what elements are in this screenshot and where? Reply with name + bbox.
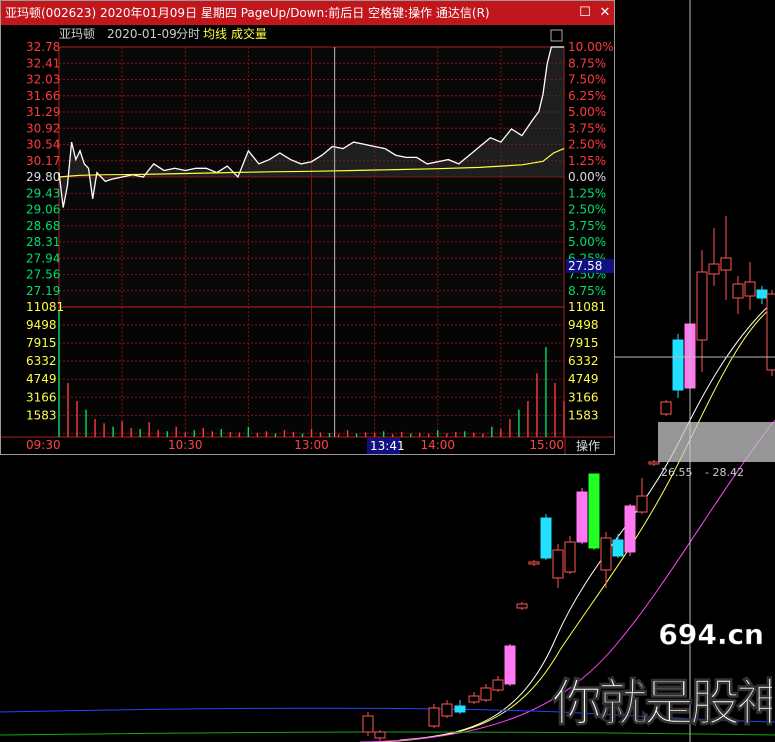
- candle-body: [576, 491, 588, 543]
- volume-tick-label-right: 4749: [568, 372, 599, 386]
- intraday-chart[interactable]: 亚玛顿 2020-01-09 分时 均线 成交量 32.78 32.41 32.03 31.66…: [1, 25, 614, 454]
- price-tick-label: 27.94: [26, 251, 60, 265]
- candle-body: [492, 679, 504, 691]
- chart-legend-volume: 成交量: [231, 26, 267, 41]
- percent-tick-label: 8.75%: [568, 284, 606, 298]
- price-tick-label: 29.06: [26, 203, 60, 217]
- price-tick-label: 32.03: [26, 73, 60, 87]
- candle-body: [766, 293, 775, 371]
- candle-body: [696, 271, 708, 341]
- volume-tick-label-right: 9498: [568, 318, 599, 332]
- chart-header-name: 亚玛顿: [59, 27, 95, 41]
- candle-body: [588, 473, 600, 549]
- chart-header-mode: 分时: [176, 27, 200, 41]
- candle-body: [454, 705, 466, 713]
- candle-body: [374, 731, 386, 739]
- percent-tick-label: 3.75%: [568, 219, 606, 233]
- candle-body: [540, 517, 552, 559]
- price-tick-label: 28.31: [26, 235, 60, 249]
- volume-tick-label-right: 3166: [568, 390, 599, 404]
- percent-tick-label: 2.50%: [568, 203, 606, 217]
- candle-body: [732, 283, 744, 299]
- price-tick-label: 29.80: [26, 170, 60, 184]
- price-tick-label: 27.19: [26, 284, 60, 298]
- candle-body: [441, 703, 453, 717]
- price-tick-label: 31.29: [26, 105, 60, 119]
- volume-tick-label-right: 11081: [568, 300, 606, 314]
- time-tick-label: 10:30: [168, 438, 203, 452]
- watermark-site: 694.cn: [658, 618, 764, 651]
- watermark-logo: 694.cn 你就是股神: [551, 618, 773, 733]
- candle-body: [756, 289, 768, 299]
- candle-body: [600, 537, 612, 571]
- volume-tick-label: 3166: [26, 390, 57, 404]
- intraday-popup-window[interactable]: 亚玛顿(002623) 2020年01月09日 星期四 PageUp/Down:…: [0, 0, 615, 455]
- candle-body: [504, 645, 516, 685]
- candle-body: [612, 539, 624, 557]
- candle-body: [708, 263, 720, 275]
- time-tick-label: 09:30: [26, 438, 61, 452]
- candle-body: [720, 257, 732, 271]
- restore-button[interactable]: ☐: [576, 1, 594, 25]
- watermark-slogan: 你就是股神: [551, 674, 772, 732]
- percent-tick-label: 5.00%: [568, 105, 606, 119]
- price-tick-label: 31.66: [26, 89, 60, 103]
- price-tick-label: 30.17: [26, 154, 60, 168]
- volume-tick-label-right: 1583: [568, 408, 599, 422]
- chart-legend-avg: 均线: [203, 27, 227, 41]
- percent-tick-label: 3.75%: [568, 121, 606, 135]
- percent-tick-label: 2.50%: [568, 138, 606, 152]
- percent-tick-label: 5.00%: [568, 235, 606, 249]
- percent-tick-label: 0.00%: [568, 170, 606, 184]
- candle-body: [528, 561, 540, 565]
- percent-tick-label: 10.00%: [568, 40, 614, 54]
- candle-body: [564, 541, 576, 573]
- candle-body: [660, 401, 672, 415]
- candle-body: [468, 695, 480, 703]
- crosshair-label-left: 26.55: [661, 466, 693, 479]
- crosshair-label-right: - 28.42: [705, 466, 744, 479]
- time-tick-label: 14:00: [420, 438, 455, 452]
- volume-tick-label-right: 6332: [568, 354, 599, 368]
- volume-tick-label: 1583: [26, 408, 57, 422]
- candle-body: [552, 549, 564, 579]
- time-tick-label: 13:00: [294, 438, 329, 452]
- percent-tick-label: 1.25%: [568, 186, 606, 200]
- price-tick-label: 30.92: [26, 121, 60, 135]
- candle-body: [672, 339, 684, 391]
- candle-body: [744, 281, 756, 297]
- candle-body: [362, 715, 374, 733]
- volume-tick-label: 4749: [26, 372, 57, 386]
- candle-body: [648, 461, 660, 465]
- price-tick-label: 29.43: [26, 186, 60, 200]
- close-button[interactable]: ✕: [596, 1, 614, 25]
- window-title: 亚玛顿(002623) 2020年01月09日 星期四 PageUp/Down:…: [5, 6, 490, 20]
- candle-body: [624, 505, 636, 553]
- price-tick-label: 28.68: [26, 219, 60, 233]
- percent-tick-label: 6.25%: [568, 89, 606, 103]
- candle-body: [636, 495, 648, 513]
- volume-tick-label-right: 7915: [568, 336, 599, 350]
- operate-button[interactable]: 操作: [576, 438, 600, 453]
- chart-header-date: 2020-01-09: [107, 27, 177, 41]
- crosshair-price-box: [658, 422, 775, 462]
- volume-tick-label: 9498: [26, 318, 57, 332]
- volume-tick-label: 7915: [26, 336, 57, 350]
- candle-body: [480, 687, 492, 701]
- chart-expand-icon: [550, 29, 563, 42]
- price-tick-label: 32.41: [26, 56, 60, 70]
- price-tick-label: 32.78: [26, 40, 60, 54]
- candle-body: [516, 603, 528, 609]
- candle-body: [428, 707, 440, 727]
- percent-tick-label: 8.75%: [568, 56, 606, 70]
- time-tick-label: 15:00: [529, 438, 564, 452]
- percent-tick-label: 1.25%: [568, 154, 606, 168]
- popup-title-bar[interactable]: 亚玛顿(002623) 2020年01月09日 星期四 PageUp/Down:…: [1, 1, 614, 25]
- percent-tick-label: 7.50%: [568, 73, 606, 87]
- price-tick-label: 27.56: [26, 268, 60, 282]
- cursor-price-label: 27.58: [568, 259, 602, 273]
- volume-tick-label: 6332: [26, 354, 57, 368]
- price-tick-label: 30.54: [26, 138, 60, 152]
- cursor-time-label: 13:41: [370, 439, 405, 453]
